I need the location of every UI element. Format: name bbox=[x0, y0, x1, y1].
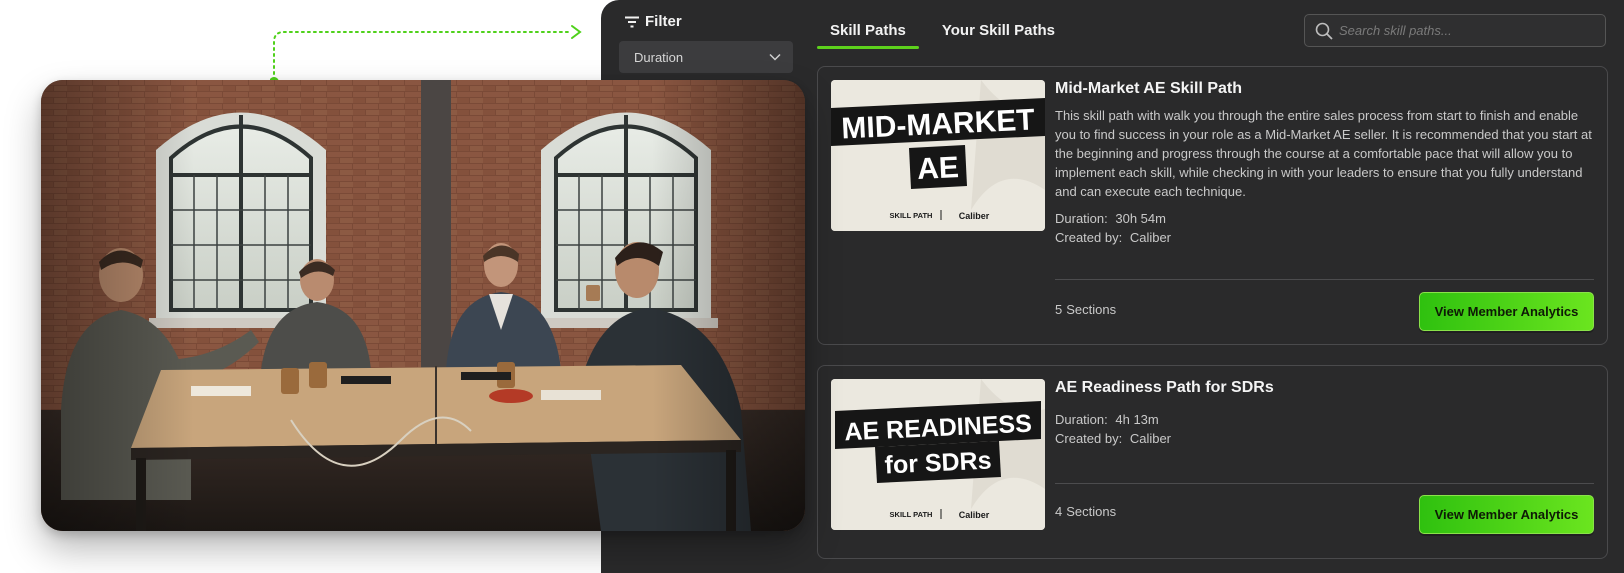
filter-icon bbox=[625, 16, 639, 27]
thumbnail-brand: Caliber bbox=[959, 211, 990, 221]
card-divider bbox=[1055, 483, 1594, 484]
sections-count: 4 Sections bbox=[1055, 504, 1116, 519]
thumbnail-tag: SKILL PATH bbox=[890, 211, 933, 220]
duration-row: Duration: 30h 54m bbox=[1055, 209, 1170, 228]
search-icon bbox=[1315, 22, 1333, 40]
created-by-row: Created by: Caliber bbox=[1055, 429, 1175, 448]
thumbnail-line2: for SDRs bbox=[884, 446, 992, 479]
skill-path-title: Mid-Market AE Skill Path bbox=[1055, 80, 1242, 97]
skill-path-thumbnail: MID-MARKET AE SKILL PATH Caliber bbox=[831, 80, 1045, 231]
filter-title: Filter bbox=[645, 13, 682, 30]
sections-number: 4 bbox=[1055, 504, 1063, 519]
skill-path-title: AE Readiness Path for SDRs bbox=[1055, 379, 1274, 396]
search-input[interactable] bbox=[1339, 23, 1589, 38]
view-member-analytics-button[interactable]: View Member Analytics bbox=[1419, 292, 1594, 331]
skill-path-description: This skill path with walk you through th… bbox=[1055, 108, 1592, 199]
view-member-analytics-button[interactable]: View Member Analytics bbox=[1419, 495, 1594, 534]
card-divider bbox=[1055, 279, 1594, 280]
duration-label: Duration: bbox=[1055, 412, 1108, 427]
sections-label: Sections bbox=[1066, 504, 1117, 519]
skill-path-thumbnail: AE READINESS for SDRs SKILL PATH Caliber bbox=[831, 379, 1045, 530]
duration-row: Duration: 4h 13m bbox=[1055, 410, 1163, 429]
thumbnail-line2: AE bbox=[916, 151, 959, 186]
skill-path-card[interactable]: AE READINESS for SDRs SKILL PATH Caliber… bbox=[817, 365, 1608, 559]
sections-number: 5 bbox=[1055, 302, 1063, 317]
tab-your-skill-paths[interactable]: Your Skill Paths bbox=[929, 12, 1068, 49]
created-by-label: Created by: bbox=[1055, 230, 1123, 245]
created-by-label: Created by: bbox=[1055, 431, 1123, 446]
created-by-value: Caliber bbox=[1129, 431, 1172, 446]
created-by-value: Caliber bbox=[1129, 230, 1172, 245]
tab-skill-paths[interactable]: Skill Paths bbox=[817, 12, 919, 49]
tab-bar: Skill Paths Your Skill Paths bbox=[817, 12, 1068, 49]
duration-label: Duration: bbox=[1055, 211, 1108, 226]
created-by-row: Created by: Caliber bbox=[1055, 228, 1175, 247]
duration-dropdown[interactable]: Duration bbox=[619, 41, 793, 73]
sections-count: 5 Sections bbox=[1055, 302, 1116, 317]
filter-header[interactable]: Filter bbox=[625, 13, 682, 30]
skill-path-card[interactable]: MID-MARKET AE SKILL PATH Caliber Mid-Mar… bbox=[817, 66, 1608, 345]
thumbnail-brand: Caliber bbox=[959, 510, 990, 520]
meeting-photo bbox=[41, 80, 805, 531]
chevron-down-icon bbox=[769, 53, 781, 61]
duration-dropdown-label: Duration bbox=[634, 49, 684, 65]
thumbnail-tag: SKILL PATH bbox=[890, 510, 933, 519]
duration-value: 4h 13m bbox=[1115, 412, 1159, 427]
sections-label: Sections bbox=[1066, 302, 1117, 317]
search-box[interactable] bbox=[1304, 14, 1606, 47]
duration-value: 30h 54m bbox=[1115, 211, 1166, 226]
